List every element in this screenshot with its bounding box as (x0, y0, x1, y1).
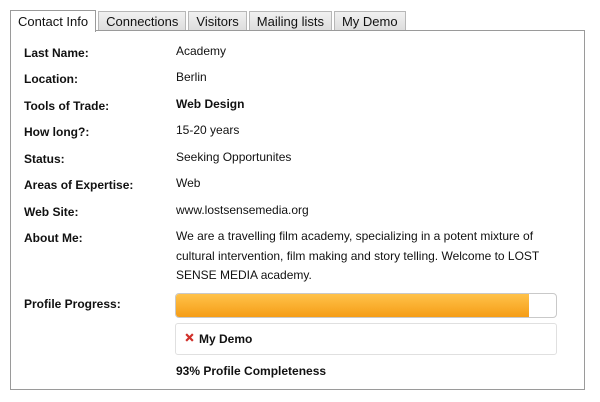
profile-progress-bar (175, 293, 557, 318)
web-site-label: Web Site: (24, 205, 79, 219)
tab-contact-info[interactable]: Contact Info (10, 10, 97, 32)
my-demo-item-label: My Demo (199, 332, 253, 346)
location-label: Location: (24, 72, 78, 86)
tools-of-trade-label: Tools of Trade: (24, 99, 110, 113)
about-me-label: About Me: (24, 231, 83, 245)
incomplete-item-box: My Demo (175, 323, 557, 355)
tools-of-trade-value: Web Design (176, 97, 245, 111)
how-long-value: 15-20 years (176, 123, 240, 137)
contact-info-panel: Last Name: Academy Location: Berlin Tool… (10, 30, 585, 390)
status-value: Seeking Opportunites (176, 150, 292, 164)
profile-completeness-text: 93% Profile Completeness (176, 364, 327, 378)
about-me-value: We are a travelling film academy, specia… (176, 229, 540, 282)
tab-bar: Contact Info Connections Visitors Mailin… (10, 10, 408, 32)
profile-progress-label: Profile Progress: (24, 297, 121, 311)
status-label: Status: (24, 152, 65, 166)
web-site-value: www.lostsensemedia.org (176, 203, 309, 217)
tab-mailing-lists[interactable]: Mailing lists (248, 11, 332, 31)
areas-of-expertise-value: Web (176, 176, 201, 190)
x-icon[interactable] (184, 332, 195, 343)
last-name-label: Last Name: (24, 46, 89, 60)
tab-my-demo[interactable]: My Demo (333, 11, 406, 31)
location-value: Berlin (176, 70, 207, 84)
tab-connections[interactable]: Connections (98, 11, 187, 31)
tab-visitors[interactable]: Visitors (188, 11, 247, 31)
profile-progress-fill (176, 294, 530, 317)
how-long-label: How long?: (24, 125, 90, 139)
areas-of-expertise-label: Areas of Expertise: (24, 178, 134, 192)
last-name-value: Academy (176, 44, 227, 58)
